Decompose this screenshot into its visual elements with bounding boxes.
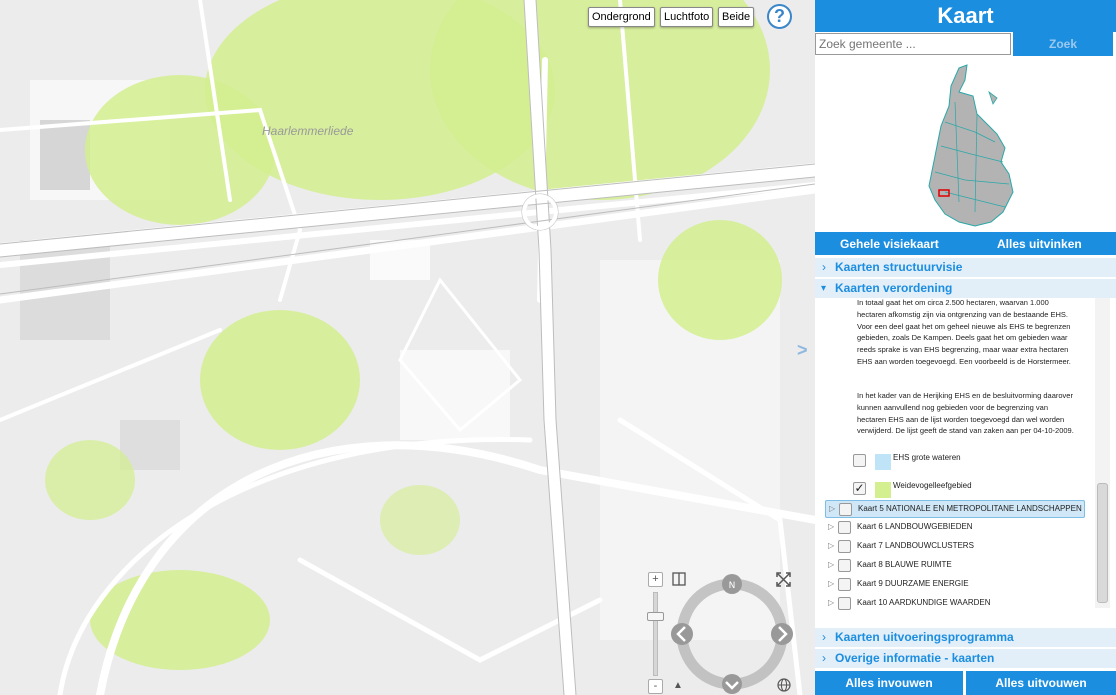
chevron-right-icon: › [822, 260, 826, 274]
chevron-down-icon: ▾ [821, 283, 827, 294]
pan-down-icon[interactable] [722, 674, 742, 694]
verordening-content: In totaal gaat het om circa 2.500 hectar… [815, 298, 1116, 628]
kaart-label: Kaart 6 LANDBOUWGEBIEDEN [857, 522, 973, 531]
side-panel: Kaart Zoek Gehele visiekaart Alles uitvi… [815, 0, 1116, 695]
section-uitvoering-label: Kaarten uitvoeringsprogramma [835, 630, 1014, 644]
scrollbar-thumb[interactable] [1097, 483, 1108, 603]
alles-uitvouwen-button[interactable]: Alles uitvouwen [966, 671, 1116, 695]
kaart-checkbox[interactable] [838, 559, 851, 572]
section-structuurvisie-label: Kaarten structuurvisie [835, 260, 963, 274]
maptype-luchtfoto-button[interactable]: Luchtfoto [660, 7, 714, 27]
gehele-visiekaart-button[interactable]: Gehele visiekaart [840, 237, 939, 251]
kaart-label: Kaart 7 LANDBOUWCLUSTERS [857, 541, 974, 550]
content-scrollbar[interactable] [1095, 298, 1110, 608]
zoom-control[interactable]: + - [646, 572, 665, 694]
kaart-label: Kaart 9 DUURZAME ENERGIE [857, 579, 969, 588]
kaart-checkbox[interactable] [839, 503, 852, 516]
kaart-label: Kaart 5 NATIONALE EN METROPOLITANE LANDS… [858, 504, 1082, 513]
expand-triangle-icon[interactable]: ▷ [829, 504, 835, 513]
kaart-checkbox[interactable] [838, 521, 851, 534]
kaart-checkbox[interactable] [838, 597, 851, 610]
expand-triangle-icon[interactable]: ▷ [828, 541, 834, 550]
province-overview-map[interactable] [915, 62, 1015, 232]
panel-title: Kaart [815, 0, 1116, 32]
section-overige-label: Overige informatie - kaarten [835, 651, 995, 665]
panel-expand-icon[interactable]: > [797, 340, 808, 361]
measure-icon[interactable]: ▲ [673, 680, 683, 691]
herijking-paragraph: In het kader van de Herijking EHS en de … [857, 391, 1074, 436]
expand-triangle-icon[interactable]: ▷ [828, 560, 834, 569]
kaart-checkbox[interactable] [838, 578, 851, 591]
legend-swatch [875, 482, 891, 498]
kaart-label: Kaart 8 BLAUWE RUIMTE [857, 560, 952, 569]
layer-checkbox-checked[interactable]: ✓ [853, 482, 866, 495]
alles-invouwen-button[interactable]: Alles invouwen [815, 671, 963, 695]
maptype-ondergrond-button[interactable]: Ondergrond [588, 7, 655, 27]
svg-text:N: N [729, 581, 736, 591]
panel-actions-bar: Gehele visiekaart Alles uitvinken [815, 232, 1116, 255]
section-uitvoeringsprogramma[interactable]: › Kaarten uitvoeringsprogramma [815, 627, 1116, 647]
section-overige-informatie[interactable]: › Overige informatie - kaarten [815, 648, 1116, 668]
place-label: Haarlemmerliede [262, 124, 354, 138]
map-view[interactable]: Ondergrond Luchtfoto Beide ? Haarlemmerl… [0, 0, 815, 695]
kaart-8-item[interactable]: ▷ Kaart 8 BLAUWE RUIMTE [825, 557, 1085, 575]
zoom-slider-track[interactable] [653, 592, 658, 676]
kaart-7-item[interactable]: ▷ Kaart 7 LANDBOUWCLUSTERS [825, 538, 1085, 556]
kaart-10-item[interactable]: ▷ Kaart 10 AARDKUNDIGE WAARDEN [825, 595, 1085, 613]
layer-label: EHS grote wateren [893, 453, 961, 462]
section-verordening[interactable]: ▾ Kaarten verordening [815, 278, 1116, 298]
kaart-label: Kaart 10 AARDKUNDIGE WAARDEN [857, 598, 991, 607]
chevron-right-icon: › [822, 630, 826, 644]
zoom-out-button[interactable]: - [648, 679, 663, 694]
legend-swatch [875, 454, 891, 470]
search-button[interactable]: Zoek [1013, 32, 1113, 56]
zoom-slider-handle[interactable] [647, 612, 664, 621]
maptype-beide-button[interactable]: Beide [718, 7, 755, 27]
pan-right-icon[interactable] [771, 623, 793, 645]
zoom-in-button[interactable]: + [648, 572, 663, 587]
kaart-6-item[interactable]: ▷ Kaart 6 LANDBOUWGEBIEDEN [825, 519, 1085, 537]
section-verordening-label: Kaarten verordening [835, 281, 953, 295]
ehs-paragraph: In totaal gaat het om circa 2.500 hectar… [857, 298, 1071, 366]
search-input[interactable] [815, 33, 1011, 55]
layer-checkbox[interactable] [853, 454, 866, 467]
expand-triangle-icon[interactable]: ▷ [828, 579, 834, 588]
kaart-5-item[interactable]: ▷ Kaart 5 NATIONALE EN METROPOLITANE LAN… [825, 500, 1085, 518]
expand-triangle-icon[interactable]: ▷ [828, 522, 834, 531]
pan-left-icon[interactable] [671, 623, 693, 645]
section-structuurvisie[interactable]: › Kaarten structuurvisie [815, 257, 1116, 277]
kaart-9-item[interactable]: ▷ Kaart 9 DUURZAME ENERGIE [825, 576, 1085, 594]
chevron-right-icon: › [822, 651, 826, 665]
kaart-checkbox[interactable] [838, 540, 851, 553]
expand-triangle-icon[interactable]: ▷ [828, 598, 834, 607]
alles-uitvinken-button[interactable]: Alles uitvinken [997, 237, 1082, 251]
globe-icon[interactable] [777, 678, 791, 695]
search-bar: Zoek [815, 32, 1116, 57]
pan-control[interactable]: N [669, 574, 795, 695]
layer-label: Weidevogelleefgebied [893, 481, 972, 490]
help-icon[interactable]: ? [767, 4, 792, 29]
